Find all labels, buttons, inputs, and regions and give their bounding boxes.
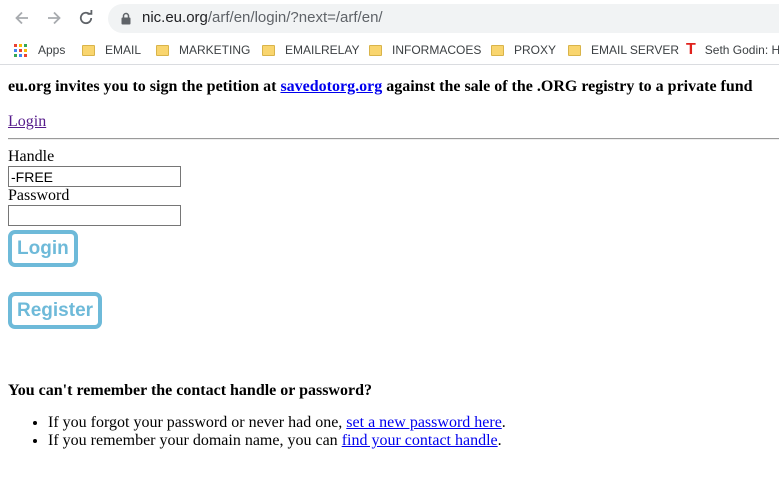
lock-icon	[121, 12, 131, 25]
url-text: nic.eu.org/arf/en/login/?next=/arf/en/	[142, 9, 383, 26]
url-host: nic.eu.org	[142, 9, 208, 26]
divider	[8, 138, 779, 140]
find-handle-link[interactable]: find your contact handle	[342, 432, 498, 449]
reload-icon	[79, 10, 93, 24]
bookmark-label: Apps	[38, 43, 66, 57]
handle-label: Handle	[8, 148, 55, 165]
bookmark-apps[interactable]: Apps	[14, 42, 65, 58]
password-input[interactable]	[8, 205, 181, 226]
help-text-end: .	[497, 432, 502, 449]
register-button[interactable]: Register	[8, 292, 103, 329]
login-link[interactable]: Login	[8, 113, 46, 131]
forward-arrow-icon	[48, 11, 61, 25]
back-button[interactable]	[10, 6, 34, 30]
bookmark-proxy[interactable]: PROXY	[491, 42, 556, 58]
password-label: Password	[8, 187, 70, 204]
url-path: /arf/en/login/?next=/arf/en/	[207, 9, 383, 26]
petition-text-end: against the sale of the .ORG registry to…	[382, 78, 753, 95]
bookmark-informacoes[interactable]: INFORMACOES	[369, 42, 481, 58]
forward-button[interactable]	[42, 6, 66, 30]
bookmark-label: Seth Godin: H	[704, 43, 779, 57]
folder-icon	[156, 44, 169, 56]
login-button[interactable]: Login	[8, 230, 78, 267]
bookmarks-bar: Apps EMAIL MARKETING EMAILRELAY INFORMAC…	[0, 36, 779, 65]
bookmark-emailrelay[interactable]: EMAILRELAY	[262, 42, 359, 58]
petition-text: eu.org invites you to sign the petition …	[8, 78, 281, 95]
typepad-t-icon: T	[686, 41, 696, 58]
petition-banner: eu.org invites you to sign the petition …	[8, 78, 753, 96]
bookmark-label: MARKETING	[179, 43, 251, 57]
list-item: If you remember your domain name, you ca…	[48, 432, 506, 450]
bookmark-marketing[interactable]: MARKETING	[156, 42, 250, 58]
bookmark-label: EMAILRELAY	[285, 43, 360, 57]
help-heading: You can't remember the contact handle or…	[8, 382, 372, 399]
folder-icon	[568, 44, 581, 56]
bookmark-label: INFORMACOES	[392, 43, 482, 57]
folder-icon	[491, 44, 504, 56]
folder-icon	[82, 44, 95, 56]
folder-icon	[369, 44, 382, 56]
bookmark-email[interactable]: EMAIL	[82, 42, 141, 58]
help-list: If you forgot your password or never had…	[8, 414, 506, 450]
handle-input[interactable]	[8, 166, 181, 187]
help-text-end: .	[501, 414, 506, 431]
help-text: If you remember your domain name, you ca…	[48, 432, 342, 449]
savedotorg-link[interactable]: savedotorg.org	[280, 78, 382, 95]
bookmark-label: PROXY	[514, 43, 557, 57]
folder-icon	[262, 44, 275, 56]
apps-grid-icon	[14, 43, 27, 57]
bookmark-seth-godin[interactable]: T Seth Godin: H	[686, 42, 779, 58]
help-text: If you forgot your password or never had…	[48, 414, 347, 431]
address-bar[interactable]: nic.eu.org/arf/en/login/?next=/arf/en/	[108, 4, 779, 33]
back-arrow-icon	[15, 11, 28, 25]
bookmark-label: EMAIL	[105, 43, 142, 57]
list-item: If you forgot your password or never had…	[48, 414, 506, 432]
reload-button[interactable]	[74, 6, 98, 30]
bookmark-email-server[interactable]: EMAIL SERVER	[568, 42, 679, 58]
reset-password-link[interactable]: set a new password here	[346, 414, 502, 431]
bookmark-label: EMAIL SERVER	[591, 43, 680, 57]
browser-toolbar: nic.eu.org/arf/en/login/?next=/arf/en/	[0, 0, 779, 36]
